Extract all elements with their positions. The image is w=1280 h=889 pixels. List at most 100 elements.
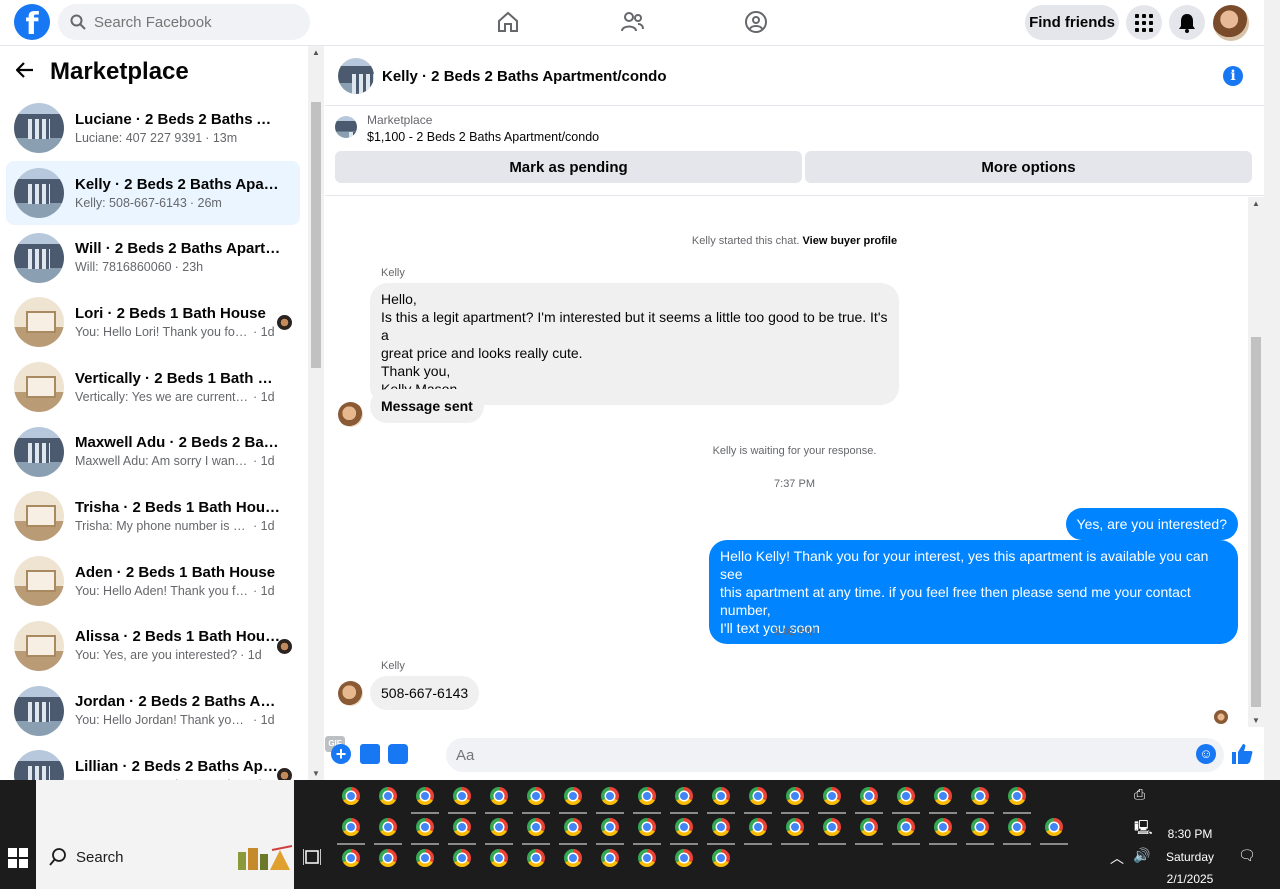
conversation-item[interactable]: Will · 2 Beds 2 Baths Apartment...Will: … xyxy=(6,225,300,290)
chrome-icon[interactable] xyxy=(601,818,619,836)
back-arrow-icon[interactable] xyxy=(15,61,36,84)
chrome-icon[interactable] xyxy=(934,818,952,836)
photo-icon[interactable] xyxy=(360,744,380,764)
conversation-item[interactable]: Aden · 2 Beds 1 Bath House You: Hello Ade… xyxy=(6,549,300,614)
windows-start-icon[interactable] xyxy=(8,848,28,868)
chrome-icon[interactable] xyxy=(1045,818,1063,836)
chrome-icon[interactable] xyxy=(342,849,360,867)
chrome-icon[interactable] xyxy=(564,818,582,836)
chrome-icon[interactable] xyxy=(934,787,952,805)
chrome-icon[interactable] xyxy=(379,818,397,836)
chrome-icon[interactable] xyxy=(971,787,989,805)
conversation-item[interactable]: Lillian · 2 Beds 2 Baths Apart...You: Ye… xyxy=(6,743,300,780)
conversation-item[interactable]: Jordan · 2 Beds 2 Baths Apartm...You: He… xyxy=(6,678,300,743)
sender-avatar[interactable] xyxy=(338,402,363,427)
chrome-icon[interactable] xyxy=(638,787,656,805)
chrome-icon[interactable] xyxy=(675,818,693,836)
conversation-item[interactable]: Lori · 2 Beds 1 Bath House You: Hello Lor… xyxy=(6,290,300,355)
notification-center-icon[interactable]: 🗨 xyxy=(1238,847,1256,864)
conversation-item[interactable]: Trisha · 2 Beds 1 Bath House Trisha: My p… xyxy=(6,484,300,549)
search-input[interactable] xyxy=(94,13,294,31)
mark-as-pending-button[interactable]: Mark as pending xyxy=(335,151,802,183)
sender-avatar[interactable] xyxy=(338,681,363,706)
chrome-icon[interactable] xyxy=(786,818,804,836)
chrome-icon[interactable] xyxy=(379,849,397,867)
chrome-icon[interactable] xyxy=(453,787,471,805)
chrome-icon[interactable] xyxy=(971,818,989,836)
chrome-icon[interactable] xyxy=(379,787,397,805)
chrome-icon[interactable] xyxy=(416,787,434,805)
conversation-item[interactable]: Kelly · 2 Beds 2 Baths Apartmen...Kelly:… xyxy=(6,160,300,226)
chrome-icon[interactable] xyxy=(860,818,878,836)
friends-icon[interactable] xyxy=(620,10,644,34)
more-options-button[interactable]: More options xyxy=(805,151,1252,183)
view-buyer-profile-link[interactable]: View buyer profile xyxy=(803,235,898,247)
chrome-icon[interactable] xyxy=(564,849,582,867)
chrome-icon[interactable] xyxy=(453,849,471,867)
chrome-icon[interactable] xyxy=(601,787,619,805)
chrome-icon[interactable] xyxy=(786,787,804,805)
chrome-icon[interactable] xyxy=(823,818,841,836)
search-bar[interactable] xyxy=(58,4,310,40)
chrome-icon[interactable] xyxy=(1008,818,1026,836)
chrome-icon[interactable] xyxy=(1008,787,1026,805)
chrome-icon[interactable] xyxy=(897,787,915,805)
sidebar-scrollbar[interactable]: ▲ ▼ xyxy=(308,46,324,780)
chrome-icon[interactable] xyxy=(638,849,656,867)
plus-icon[interactable]: + xyxy=(331,744,351,764)
chat-scrollbar[interactable]: ▲ ▼ xyxy=(1248,197,1264,727)
chrome-icon[interactable] xyxy=(712,849,730,867)
conversation-item[interactable]: Alissa · 2 Beds 1 Bath House You: Yes, ar… xyxy=(6,614,300,679)
network-icon[interactable]: 🖳 xyxy=(1134,817,1153,841)
chrome-icon[interactable] xyxy=(712,787,730,805)
facebook-logo-icon[interactable]: f xyxy=(14,4,50,40)
chrome-icon[interactable] xyxy=(712,818,730,836)
chrome-icon[interactable] xyxy=(675,849,693,867)
info-icon[interactable]: i xyxy=(1223,66,1243,86)
clock-date[interactable]: 2/1/2025 xyxy=(1160,872,1220,886)
emoji-icon[interactable]: ☺ xyxy=(1196,744,1216,764)
chrome-icon[interactable] xyxy=(527,849,545,867)
chrome-icon[interactable] xyxy=(897,818,915,836)
listing-small-thumbnail[interactable] xyxy=(335,116,357,138)
volume-icon[interactable]: 🔊 xyxy=(1133,847,1150,864)
chrome-icon[interactable] xyxy=(638,818,656,836)
message-input[interactable] xyxy=(456,746,1156,764)
clock-time[interactable]: 8:30 PM xyxy=(1160,827,1220,841)
chrome-icon[interactable] xyxy=(601,849,619,867)
taskbar-search-box[interactable]: Search xyxy=(36,780,294,889)
message-input-wrapper[interactable] xyxy=(446,738,1224,772)
notifications-button[interactable] xyxy=(1169,5,1205,40)
chat-title[interactable]: Kelly · 2 Beds 2 Baths Apartment/condo xyxy=(382,68,667,85)
chrome-icon[interactable] xyxy=(860,787,878,805)
clock-day[interactable]: Saturday xyxy=(1160,850,1220,864)
chrome-icon[interactable] xyxy=(749,787,767,805)
profile-avatar[interactable] xyxy=(1213,5,1249,41)
chrome-icon[interactable] xyxy=(490,818,508,836)
chrome-icon[interactable] xyxy=(527,818,545,836)
thumbs-up-icon[interactable] xyxy=(1230,742,1254,766)
menu-button[interactable] xyxy=(1126,5,1162,40)
chrome-icon[interactable] xyxy=(416,849,434,867)
chrome-icon[interactable] xyxy=(675,787,693,805)
listing-thumbnail[interactable] xyxy=(338,58,374,94)
chrome-icon[interactable] xyxy=(490,849,508,867)
chrome-icon[interactable] xyxy=(342,787,360,805)
chrome-icon[interactable] xyxy=(749,818,767,836)
chrome-icon[interactable] xyxy=(823,787,841,805)
conversation-item[interactable]: Luciane · 2 Beds 2 Baths Apart...Luciane… xyxy=(6,96,300,161)
page-scrollbar[interactable] xyxy=(1264,0,1280,780)
conversation-item[interactable]: Maxwell Adu · 2 Beds 2 Baths A...Maxwell… xyxy=(6,419,300,484)
conversation-item[interactable]: Vertically · 2 Beds 1 Bath House Vertical… xyxy=(6,355,300,420)
meet-now-icon[interactable]: ⎙ xyxy=(1134,786,1145,803)
chevron-up-icon[interactable]: ︿ xyxy=(1110,848,1124,868)
home-icon[interactable] xyxy=(496,10,520,34)
task-view-icon[interactable] xyxy=(303,848,321,866)
chrome-icon[interactable] xyxy=(490,787,508,805)
listing-price-title[interactable]: $1,100 - 2 Beds 2 Baths Apartment/condo xyxy=(367,130,599,144)
sticker-icon[interactable] xyxy=(388,744,408,764)
chrome-icon[interactable] xyxy=(527,787,545,805)
groups-icon[interactable] xyxy=(744,10,768,34)
chrome-icon[interactable] xyxy=(342,818,360,836)
chrome-icon[interactable] xyxy=(564,787,582,805)
